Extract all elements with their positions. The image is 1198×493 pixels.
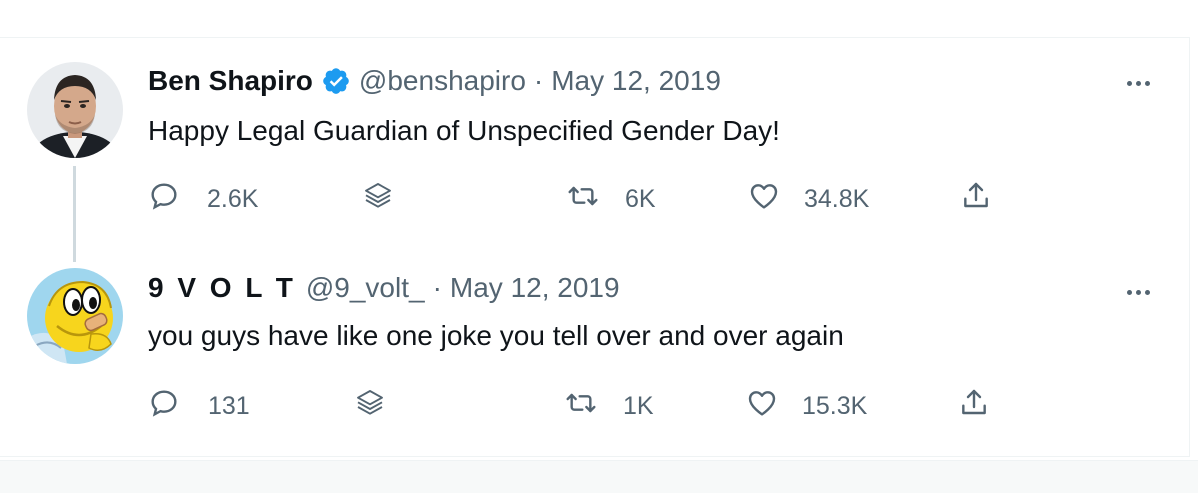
bottom-divider-band — [0, 460, 1198, 493]
layers-button[interactable] — [362, 179, 394, 219]
share-icon — [958, 387, 990, 426]
tweet-date[interactable]: May 12, 2019 — [450, 272, 620, 304]
tweet-date[interactable]: May 12, 2019 — [551, 65, 721, 97]
display-name[interactable]: Ben Shapiro — [148, 65, 313, 97]
share-button[interactable] — [958, 386, 990, 426]
like-count: 34.8K — [804, 184, 870, 213]
tweet[interactable]: Ben Shapiro @benshapiro · May 12, 2019 H… — [0, 37, 1190, 237]
like-count: 15.3K — [802, 391, 868, 420]
tweet-header: 9 V O L T @9_volt_ · May 12, 2019 — [148, 272, 620, 304]
layers-button[interactable] — [354, 386, 386, 426]
more-icon[interactable] — [1120, 73, 1156, 93]
verified-badge-icon — [321, 66, 351, 96]
reply-count: 131 — [208, 391, 250, 420]
retweet-button[interactable]: 6K — [567, 179, 656, 219]
tweet-text: you guys have like one joke you tell ove… — [148, 320, 844, 351]
more-icon[interactable] — [1120, 282, 1156, 302]
separator-dot: · — [533, 65, 544, 96]
retweet-count: 6K — [625, 184, 656, 213]
tweet-actions: 131 1K 15.3K — [0, 386, 1190, 426]
layers-icon — [354, 387, 386, 426]
retweet-count: 1K — [623, 391, 654, 420]
like-button[interactable]: 34.8K — [748, 179, 869, 219]
share-button[interactable] — [960, 179, 992, 219]
reply-count: 2.6K — [207, 184, 259, 213]
reply-icon — [148, 387, 180, 426]
user-handle[interactable]: @benshapiro — [359, 65, 526, 97]
tweet[interactable]: 9 V O L T @9_volt_ · May 12, 2019 you gu… — [0, 250, 1190, 450]
display-name[interactable]: 9 V O L T — [148, 272, 296, 304]
retweet-button[interactable]: 1K — [565, 386, 654, 426]
tweet-text: Happy Legal Guardian of Unspecified Gend… — [148, 115, 780, 146]
user-handle[interactable]: @9_volt_ — [306, 272, 425, 304]
layers-icon — [362, 180, 394, 219]
reply-icon — [148, 180, 180, 219]
tweet-header: Ben Shapiro @benshapiro · May 12, 2019 — [148, 65, 721, 97]
tweet-actions: 2.6K 6K 34.8K — [0, 179, 1190, 219]
like-button[interactable]: 15.3K — [746, 386, 867, 426]
heart-icon — [746, 387, 778, 426]
retweet-icon — [567, 180, 599, 219]
share-icon — [960, 180, 992, 219]
avatar[interactable] — [27, 268, 123, 364]
reply-button[interactable]: 2.6K — [148, 179, 258, 219]
reply-button[interactable]: 131 — [148, 386, 250, 426]
heart-icon — [748, 180, 780, 219]
retweet-icon — [565, 387, 597, 426]
avatar[interactable] — [27, 62, 123, 158]
separator-dot: · — [432, 272, 442, 303]
